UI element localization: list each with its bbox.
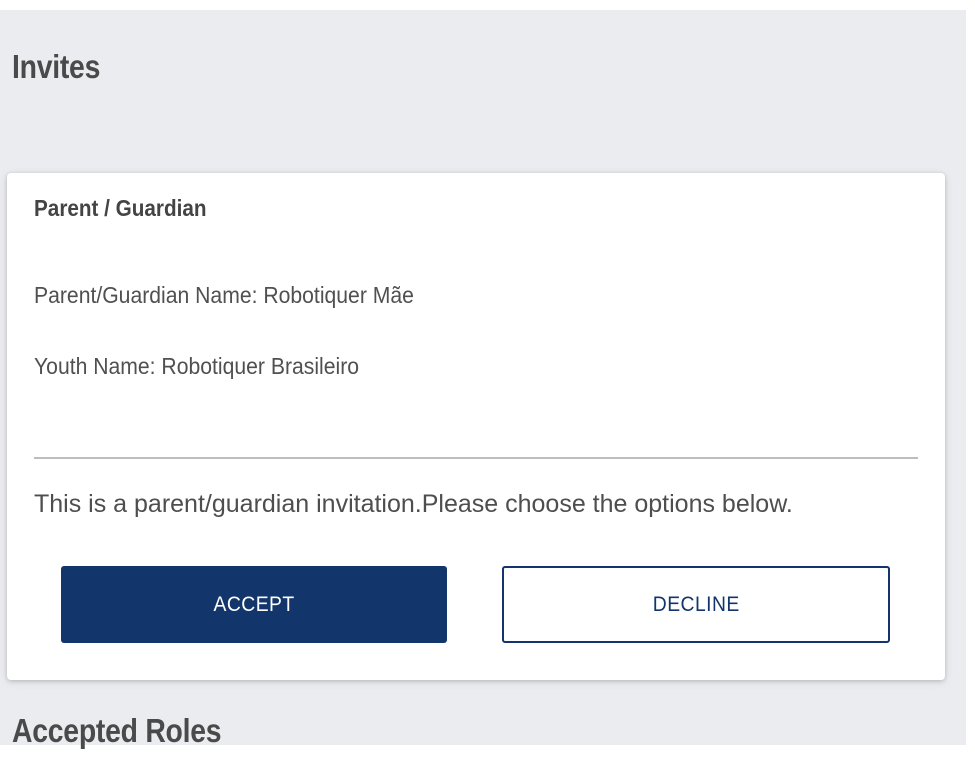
youth-name: Youth Name: Robotiquer Brasileiro (34, 353, 360, 379)
decline-button-label: DECLINE (652, 592, 740, 616)
invite-card-header: Parent / Guardian (34, 195, 207, 221)
accepted-roles-title: Accepted Roles (12, 712, 222, 749)
invite-card: Parent / Guardian Parent/Guardian Name: … (7, 173, 945, 680)
invites-title: Invites (12, 48, 101, 85)
card-divider (34, 457, 918, 459)
accept-button[interactable]: ACCEPT (61, 566, 447, 643)
decline-button[interactable]: DECLINE (502, 566, 890, 643)
parent-guardian-name: Parent/Guardian Name: Robotiquer Mãe (34, 282, 414, 308)
accept-button-label: ACCEPT (213, 592, 295, 616)
invitation-message: This is a parent/guardian invitation.Ple… (34, 490, 793, 518)
invites-panel: Invites Parent / Guardian Parent/Guardia… (0, 10, 966, 749)
